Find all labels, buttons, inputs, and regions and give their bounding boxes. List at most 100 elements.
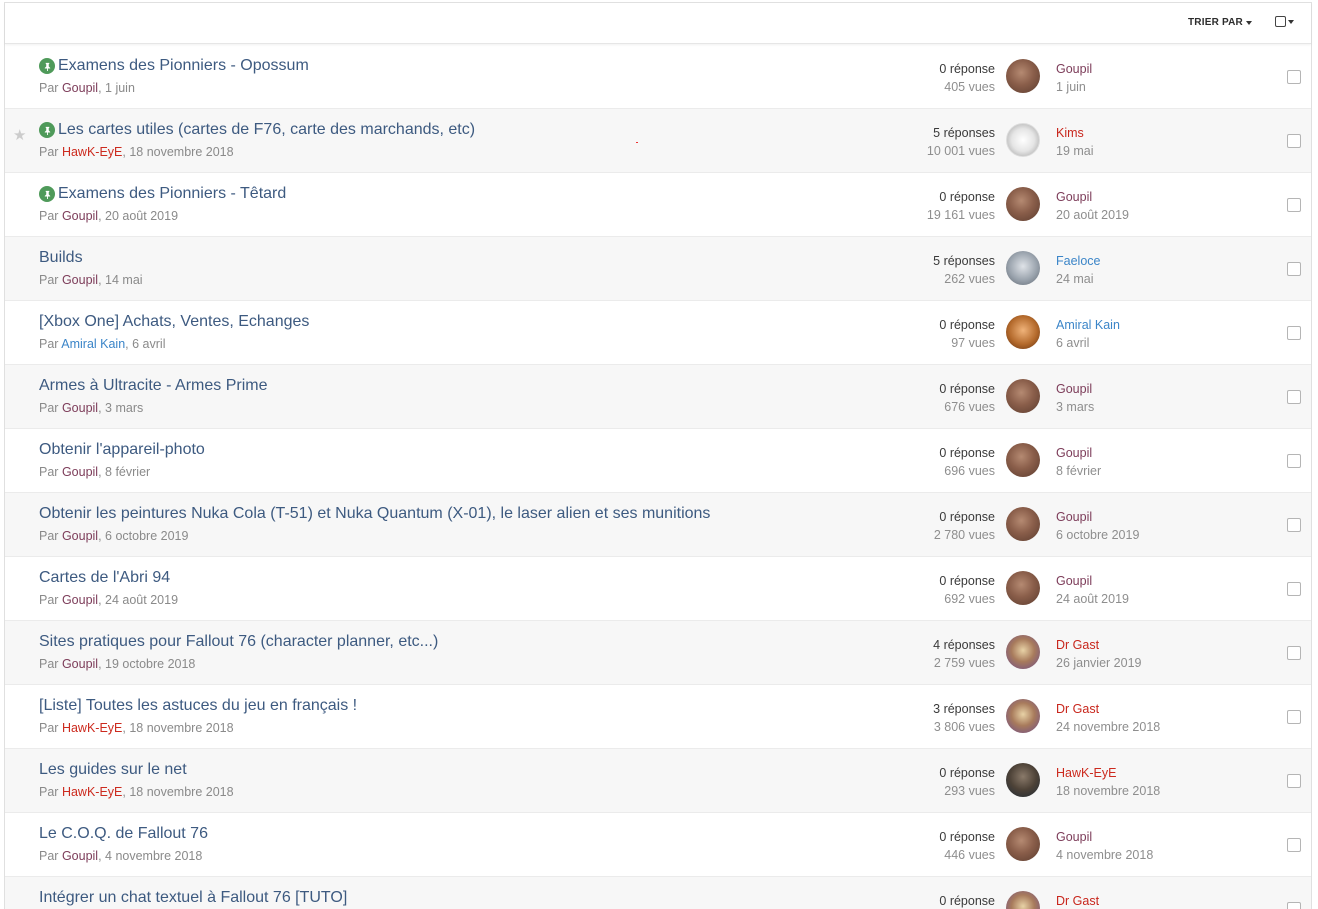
topic-title-link[interactable]: Builds xyxy=(39,249,83,267)
topic-title-link[interactable]: Les cartes utiles (cartes de F76, carte … xyxy=(58,121,475,139)
views-count: 97 vues xyxy=(951,336,995,350)
last-poster-link[interactable]: Goupil xyxy=(1056,572,1129,590)
last-poster-link[interactable]: Goupil xyxy=(1056,380,1094,398)
last-poster-avatar[interactable] xyxy=(1006,507,1040,541)
topic-row[interactable]: Sites pratiques pour Fallout 76 (charact… xyxy=(5,621,1311,685)
author-link[interactable]: HawK-EyE xyxy=(62,145,122,159)
sort-by-button[interactable]: TRIER PAR xyxy=(1188,17,1252,28)
star-icon[interactable]: ★ xyxy=(13,126,26,144)
topic-row[interactable]: Examens des Pionniers - Opossum Par Goupi… xyxy=(5,45,1311,109)
by-prefix: Par xyxy=(39,529,59,543)
author-link[interactable]: Goupil xyxy=(62,81,98,95)
topic-row[interactable]: Builds Par Goupil, 14 mai 5 réponses 262 vu… xyxy=(5,237,1311,301)
author-link[interactable]: HawK-EyE xyxy=(62,721,122,735)
last-poster-link[interactable]: HawK-EyE xyxy=(1056,764,1160,782)
topic-row[interactable]: [Liste] Toutes les astuces du jeu en fra… xyxy=(5,685,1311,749)
topic-title-link[interactable]: Examens des Pionniers - Opossum xyxy=(58,57,309,75)
topic-row[interactable]: Le C.O.Q. de Fallout 76 Par Goupil, 4 nov… xyxy=(5,813,1311,877)
topic-title-link[interactable]: Cartes de l'Abri 94 xyxy=(39,569,170,587)
last-poster-avatar[interactable] xyxy=(1006,891,1040,909)
select-all-checkbox[interactable] xyxy=(1275,16,1286,27)
topic-date: 18 novembre 2018 xyxy=(129,145,234,159)
last-poster-avatar[interactable] xyxy=(1006,443,1040,477)
row-select-checkbox[interactable] xyxy=(1287,326,1301,340)
topic-row[interactable]: Les guides sur le net Par HawK-EyE, 18 no… xyxy=(5,749,1311,813)
author-link[interactable]: Goupil xyxy=(62,849,98,863)
last-poster-link[interactable]: Goupil xyxy=(1056,508,1139,526)
row-select-checkbox[interactable] xyxy=(1287,198,1301,212)
author-link[interactable]: Goupil xyxy=(62,465,98,479)
last-poster-link[interactable]: Kims xyxy=(1056,124,1094,142)
last-poster-avatar[interactable] xyxy=(1006,571,1040,605)
last-poster-link[interactable]: Faeloce xyxy=(1056,252,1100,270)
topic-row[interactable]: Examens des Pionniers - Têtard Par Goupil… xyxy=(5,173,1311,237)
last-poster-avatar[interactable] xyxy=(1006,251,1040,285)
row-select-checkbox[interactable] xyxy=(1287,390,1301,404)
last-poster-link[interactable]: Goupil xyxy=(1056,60,1092,78)
topic-title-link[interactable]: Intégrer un chat textuel à Fallout 76 [T… xyxy=(39,889,347,907)
last-poster-link[interactable]: Dr Gast xyxy=(1056,636,1141,654)
row-select-checkbox[interactable] xyxy=(1287,454,1301,468)
author-link[interactable]: Goupil xyxy=(62,273,98,287)
last-poster-avatar[interactable] xyxy=(1006,763,1040,797)
last-poster-link[interactable]: Amiral Kain xyxy=(1056,316,1120,334)
last-poster-link[interactable]: Goupil xyxy=(1056,444,1101,462)
author-link[interactable]: Goupil xyxy=(62,401,98,415)
last-poster-avatar[interactable] xyxy=(1006,827,1040,861)
topic-title-line: Sites pratiques pour Fallout 76 (charact… xyxy=(39,633,438,651)
last-poster-avatar[interactable] xyxy=(1006,635,1040,669)
topic-row[interactable]: Obtenir l'appareil-photo Par Goupil, 8 fé… xyxy=(5,429,1311,493)
topic-title-link[interactable]: Examens des Pionniers - Têtard xyxy=(58,185,286,203)
row-select-checkbox[interactable] xyxy=(1287,710,1301,724)
row-select-checkbox[interactable] xyxy=(1287,134,1301,148)
row-select-checkbox[interactable] xyxy=(1287,70,1301,84)
author-link[interactable]: HawK-EyE xyxy=(62,785,122,799)
last-post-date: 6 avril xyxy=(1056,336,1090,350)
topic-title-link[interactable]: [Xbox One] Achats, Ventes, Echanges xyxy=(39,313,309,331)
topic-byline: Par Goupil, 20 août 2019 xyxy=(39,209,179,223)
topic-title-link[interactable]: Le C.O.Q. de Fallout 76 xyxy=(39,825,208,843)
bulk-select-menu[interactable] xyxy=(1275,16,1294,27)
last-poster-avatar[interactable] xyxy=(1006,699,1040,733)
topic-title-link[interactable]: Les guides sur le net xyxy=(39,761,187,779)
views-count: 696 vues xyxy=(944,464,995,478)
last-poster-avatar[interactable] xyxy=(1006,59,1040,93)
last-poster-link[interactable]: Goupil xyxy=(1056,828,1153,846)
topic-row[interactable]: Armes à Ultracite - Armes Prime Par Goupi… xyxy=(5,365,1311,429)
row-select-checkbox[interactable] xyxy=(1287,518,1301,532)
last-poster-avatar[interactable] xyxy=(1006,187,1040,221)
author-link[interactable]: Goupil xyxy=(62,529,98,543)
topic-title-link[interactable]: Obtenir l'appareil-photo xyxy=(39,441,205,459)
author-link[interactable]: Amiral Kain xyxy=(61,337,125,351)
topic-title-link[interactable]: Sites pratiques pour Fallout 76 (charact… xyxy=(39,633,438,651)
topic-title-link[interactable]: Armes à Ultracite - Armes Prime xyxy=(39,377,267,395)
last-poster-avatar[interactable] xyxy=(1006,123,1040,157)
row-select-checkbox[interactable] xyxy=(1287,838,1301,852)
last-post-date: 18 novembre 2018 xyxy=(1056,784,1161,798)
topic-row[interactable]: [Xbox One] Achats, Ventes, Echanges Par A… xyxy=(5,301,1311,365)
last-poster-link[interactable]: Dr Gast xyxy=(1056,700,1160,718)
row-select-checkbox[interactable] xyxy=(1287,646,1301,660)
last-post-info: Goupil 1 juin xyxy=(1056,60,1092,96)
last-poster-link[interactable]: Dr Gast xyxy=(1056,892,1099,909)
topic-row[interactable]: Intégrer un chat textuel à Fallout 76 [T… xyxy=(5,877,1311,909)
views-count: 692 vues xyxy=(944,592,995,606)
last-poster-avatar[interactable] xyxy=(1006,315,1040,349)
by-prefix: Par xyxy=(39,721,59,735)
last-poster-link[interactable]: Goupil xyxy=(1056,188,1129,206)
author-link[interactable]: Goupil xyxy=(62,657,98,671)
caret-down-icon xyxy=(1245,20,1252,25)
author-link[interactable]: Goupil xyxy=(62,593,98,607)
topic-row[interactable]: Obtenir les peintures Nuka Cola (T-51) e… xyxy=(5,493,1311,557)
row-select-checkbox[interactable] xyxy=(1287,262,1301,276)
last-poster-avatar[interactable] xyxy=(1006,379,1040,413)
row-select-checkbox[interactable] xyxy=(1287,582,1301,596)
topic-row[interactable]: Cartes de l'Abri 94 Par Goupil, 24 août 2… xyxy=(5,557,1311,621)
author-link[interactable]: Goupil xyxy=(62,209,98,223)
topic-title-link[interactable]: [Liste] Toutes les astuces du jeu en fra… xyxy=(39,697,357,715)
topic-date: 3 mars xyxy=(105,401,144,415)
row-select-checkbox[interactable] xyxy=(1287,902,1301,909)
row-select-checkbox[interactable] xyxy=(1287,774,1301,788)
topic-row[interactable]: ★ Les cartes utiles (cartes de F76, carte… xyxy=(5,109,1311,173)
topic-title-link[interactable]: Obtenir les peintures Nuka Cola (T-51) e… xyxy=(39,505,710,523)
